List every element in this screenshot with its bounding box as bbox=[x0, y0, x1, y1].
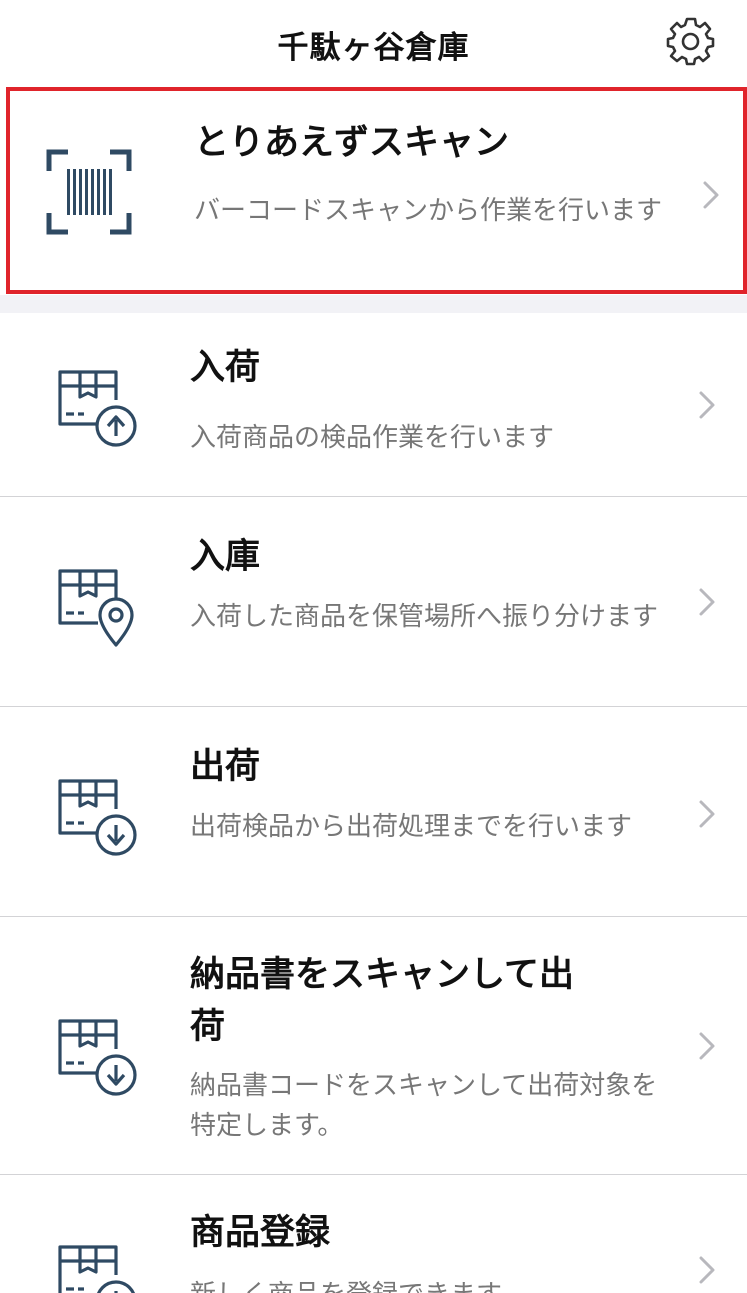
receiving-subtitle: 入荷商品の検品作業を行います bbox=[190, 423, 555, 453]
chevron-right-icon bbox=[699, 800, 715, 828]
chevron-right-icon bbox=[703, 181, 719, 209]
chevron-right-icon bbox=[699, 1032, 715, 1060]
warehousing-title: 入庫 bbox=[190, 537, 261, 577]
chevron-right-icon bbox=[699, 588, 715, 616]
warehousing-subtitle: 入荷した商品を保管場所へ振り分けます bbox=[190, 602, 659, 632]
product-registration-title: 商品登録 bbox=[190, 1213, 331, 1253]
section-separator bbox=[0, 295, 747, 313]
shipping-subtitle: 出荷検品から出荷処理までを行います bbox=[190, 812, 633, 842]
scan-delivery-note-subtitle: 納品書コードをスキャンして出荷対象を特定します。 bbox=[190, 1071, 658, 1141]
menu-item-receiving[interactable]: 入荷 入荷商品の検品作業を行います bbox=[0, 313, 747, 497]
quick-scan-card[interactable]: とりあえずスキャン バーコードスキャンから作業を行います bbox=[6, 87, 747, 294]
box-upload-icon bbox=[58, 370, 137, 447]
chevron-right-icon bbox=[699, 1256, 715, 1284]
app-header: 千駄ヶ谷倉庫 bbox=[0, 0, 747, 88]
box-location-icon bbox=[58, 569, 134, 647]
box-add-icon bbox=[58, 1245, 135, 1293]
box-download-icon bbox=[58, 1019, 137, 1096]
menu-item-warehousing[interactable]: 入庫 入荷した商品を保管場所へ振り分けます bbox=[0, 497, 747, 707]
scan-delivery-note-title: 納品書をスキャンして出荷 bbox=[190, 955, 574, 1047]
box-download-icon bbox=[58, 779, 137, 856]
quick-scan-title: とりあえずスキャン bbox=[194, 123, 510, 163]
chevron-right-icon bbox=[699, 391, 715, 419]
receiving-title: 入荷 bbox=[190, 348, 261, 388]
menu-item-product-registration[interactable]: 商品登録 新しく商品を登録できます bbox=[0, 1175, 747, 1293]
gear-icon[interactable] bbox=[666, 17, 716, 67]
quick-scan-subtitle: バーコードスキャンから作業を行います bbox=[194, 196, 663, 226]
barcode-scan-icon bbox=[46, 149, 132, 235]
menu-item-shipping[interactable]: 出荷 出荷検品から出荷処理までを行います bbox=[0, 707, 747, 917]
product-registration-subtitle: 新しく商品を登録できます bbox=[190, 1275, 680, 1293]
menu-item-scan-delivery-note[interactable]: 納品書をスキャンして出荷 納品書コードをスキャンして出荷対象を特定します。 bbox=[0, 917, 747, 1175]
page-title: 千駄ヶ谷倉庫 bbox=[277, 30, 470, 66]
shipping-title: 出荷 bbox=[190, 747, 261, 787]
